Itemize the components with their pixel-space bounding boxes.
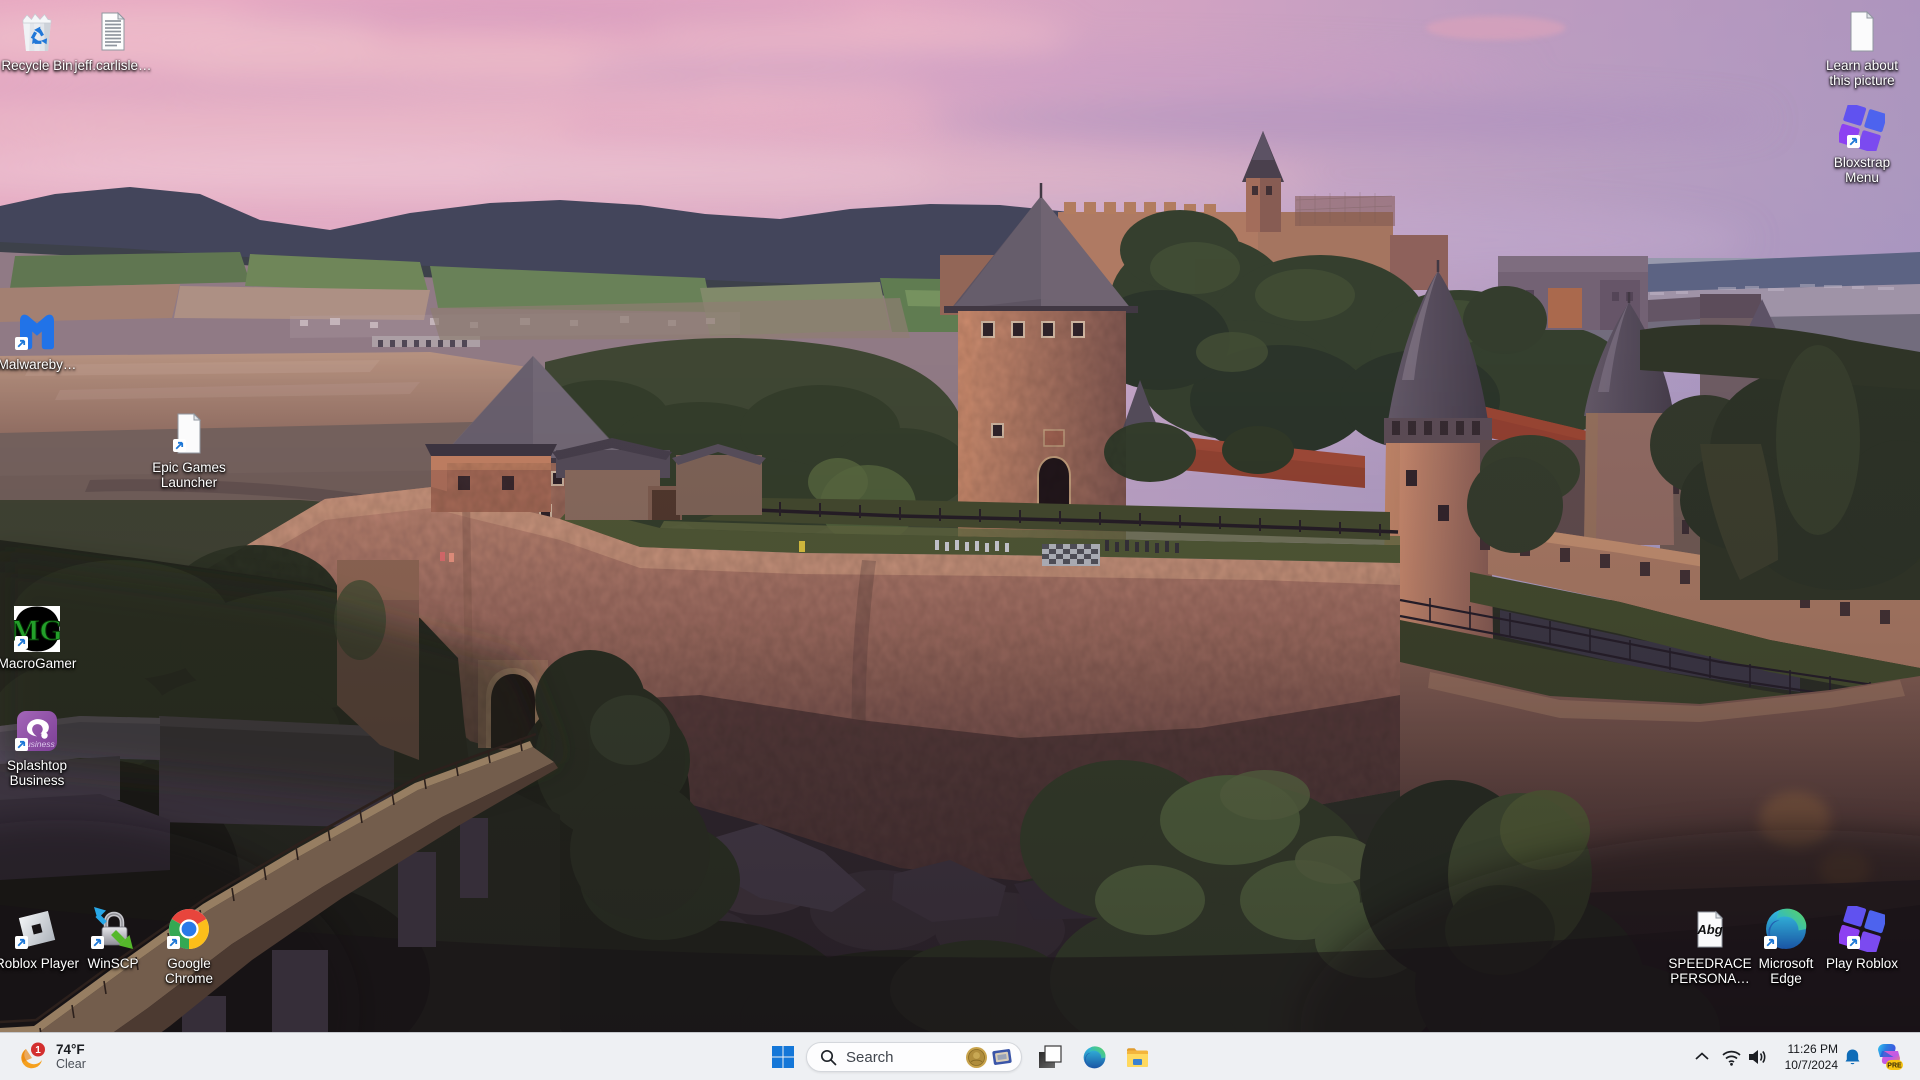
svg-text:PRE: PRE [1887,1063,1902,1070]
svg-text:Abg: Abg [1696,922,1722,937]
svg-text:1: 1 [35,1045,41,1056]
